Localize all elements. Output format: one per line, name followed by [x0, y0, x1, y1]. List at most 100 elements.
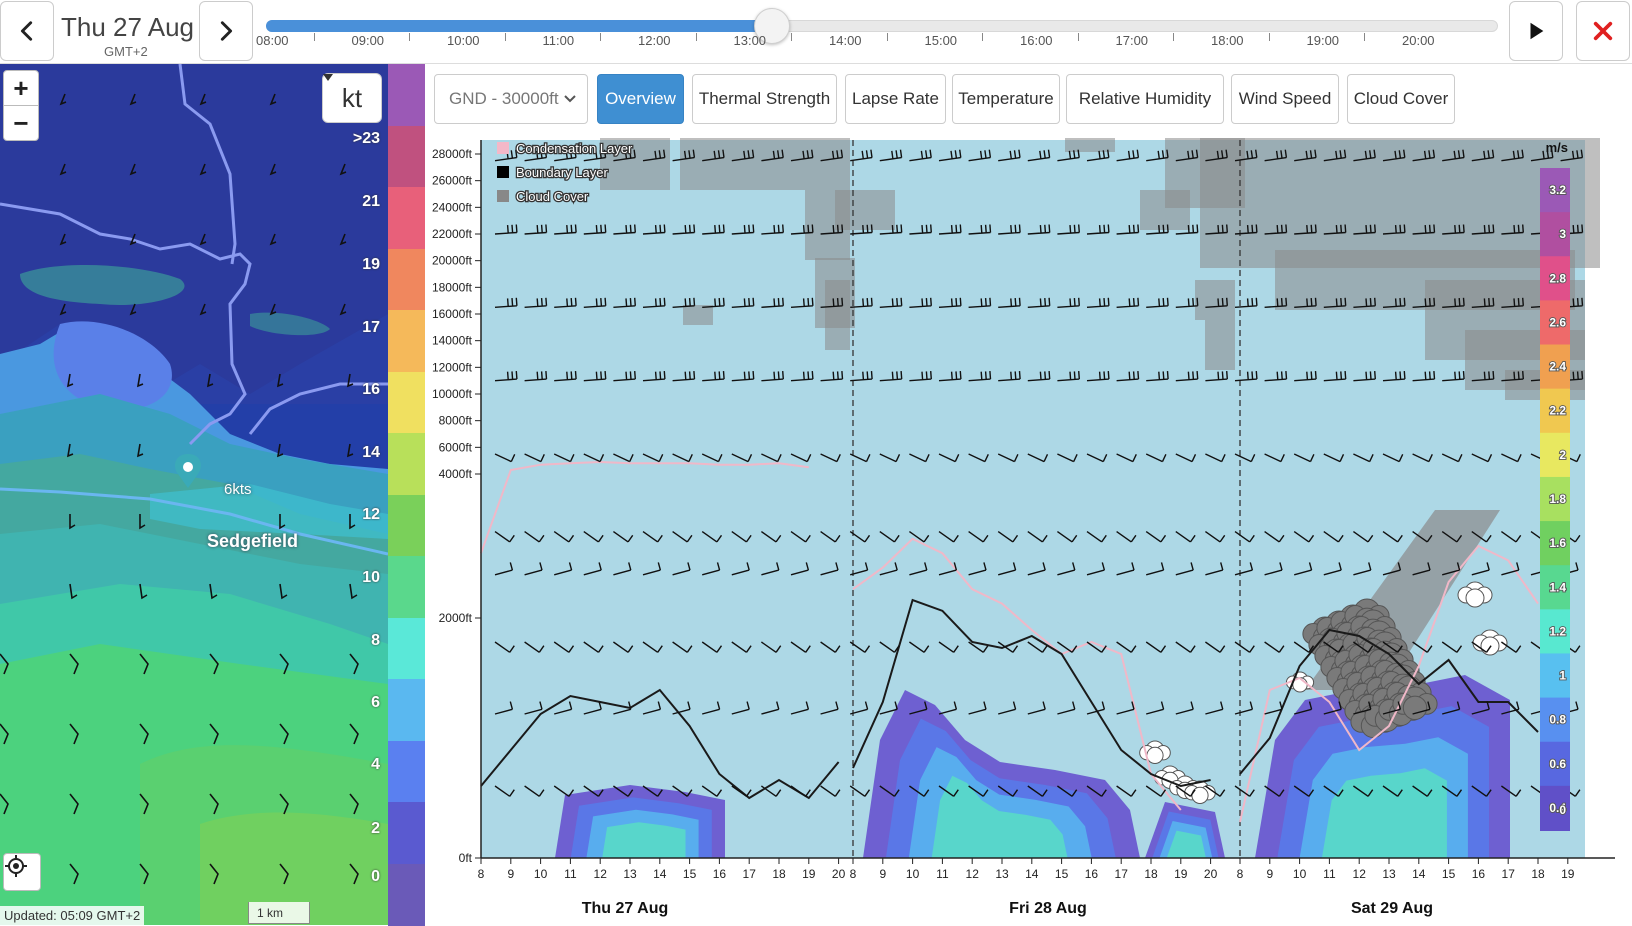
x-axis-tick-label: 18 [1144, 867, 1158, 881]
crosshair-icon [4, 854, 28, 878]
timeline-minor-tick [1269, 33, 1270, 41]
timeline-tick-label: 12:00 [638, 33, 671, 48]
x-axis-tick-label: 16 [1085, 867, 1099, 881]
legend-color-swatch [388, 495, 425, 558]
timeline-minor-tick [409, 33, 410, 41]
wind-map[interactable]: + − kt 6kts Sedgefield 1 km Updated: 05:… [0, 64, 388, 925]
y-axis-tick-label: 14000ft [432, 334, 473, 348]
altitude-select-value: GND - 30000ft [449, 89, 559, 109]
x-axis-tick-label: 11 [564, 867, 577, 881]
close-button[interactable] [1576, 1, 1630, 61]
unit-select[interactable]: kt [322, 73, 382, 123]
y-axis-tick-label: 2000ft [439, 611, 473, 625]
legend-label: 19 [344, 256, 380, 274]
x-axis-tick-label: 11 [1323, 867, 1336, 881]
timeline-tick-label: 08:00 [256, 33, 289, 48]
legend-label: 14 [344, 444, 380, 462]
timeline-tick-label: 20:00 [1402, 33, 1435, 48]
unit-label: kt [342, 83, 362, 114]
cloud-puff [1403, 696, 1426, 719]
colorscale-label: 2.2 [1549, 404, 1566, 418]
x-axis-tick-label: 10 [1293, 867, 1307, 881]
x-axis-tick-label: 18 [1531, 867, 1545, 881]
timeline-minor-tick [1364, 33, 1365, 41]
forecast-chart[interactable]: 28000ft26000ft24000ft22000ft20000ft18000… [425, 130, 1632, 925]
x-axis-tick-label: 14 [653, 867, 667, 881]
y-axis-tick-label: 6000ft [439, 440, 473, 454]
top-bar: Thu 27 Aug GMT+2 08:0009:0010:0011:0012:… [0, 0, 1632, 64]
tab-wind-speed[interactable]: Wind Speed [1231, 74, 1339, 124]
prev-day-button[interactable] [0, 1, 54, 61]
locate-button[interactable] [3, 853, 41, 891]
tab-relative-humidity[interactable]: Relative Humidity [1066, 74, 1224, 124]
cloud-puff [1147, 747, 1163, 763]
colorscale-label: 1 [1559, 669, 1566, 683]
town-label: Sedgefield [207, 531, 298, 552]
cloud-puff [1481, 637, 1499, 655]
cloud-cover-block [1205, 320, 1235, 370]
x-axis-tick-label: 15 [1442, 867, 1456, 881]
wind-speed-legend: >232119171614121086420 [388, 64, 425, 925]
y-axis-tick-label: 0ft [459, 851, 473, 865]
legend-swatch [497, 190, 509, 202]
wind-speed-readout: 6kts [224, 481, 252, 498]
x-axis-tick-label: 19 [1561, 867, 1575, 881]
x-axis-tick-label: 17 [1115, 867, 1129, 881]
timeline-tick-label: 17:00 [1116, 33, 1149, 48]
x-axis-tick-label: 17 [743, 867, 757, 881]
colorscale-label: 0.6 [1549, 757, 1566, 771]
tab-overview[interactable]: Overview [597, 74, 684, 124]
tab-temperature[interactable]: Temperature [952, 74, 1060, 124]
y-axis-tick-label: 4000ft [439, 467, 473, 481]
x-axis-tick-label: 13 [623, 867, 637, 881]
play-button[interactable] [1509, 1, 1563, 61]
colorscale-label: 1.2 [1549, 624, 1566, 638]
tab-cloud-cover[interactable]: Cloud Cover [1347, 74, 1455, 124]
legend-color-swatch [388, 864, 425, 926]
y-axis-tick-label: 24000ft [432, 200, 473, 214]
caret-down-icon [323, 74, 333, 82]
x-axis-tick-label: 8 [850, 867, 857, 881]
y-axis-tick-label: 16000ft [432, 307, 473, 321]
timeline-minor-tick [791, 33, 792, 41]
cloud-cover-block [835, 190, 895, 230]
legend-color-swatch [388, 372, 425, 435]
legend-color-swatch [388, 433, 425, 496]
colorscale-label: 0 [1559, 803, 1566, 817]
colorscale-label: 3 [1559, 227, 1566, 241]
x-axis-tick-label: 9 [507, 867, 514, 881]
x-axis-tick-label: 20 [832, 867, 846, 881]
legend-swatch [497, 142, 509, 154]
tab-thermal-strength[interactable]: Thermal Strength [692, 74, 837, 124]
timezone-label: GMT+2 [104, 44, 148, 59]
y-axis-tick-label: 22000ft [432, 227, 473, 241]
current-date: Thu 27 Aug [61, 12, 194, 43]
timeline-tick-label: 10:00 [447, 33, 480, 48]
time-slider[interactable]: 08:0009:0010:0011:0012:0013:0014:0015:00… [266, 16, 1498, 64]
zoom-in-button[interactable]: + [3, 70, 39, 106]
x-axis-tick-label: 15 [683, 867, 697, 881]
legend-color-swatch [388, 802, 425, 865]
legend-label: >23 [344, 130, 380, 148]
timeline-minor-tick [1078, 33, 1079, 41]
timeline-tick-label: 18:00 [1211, 33, 1244, 48]
legend-label: 8 [344, 632, 380, 650]
x-axis-tick-label: 13 [1382, 867, 1396, 881]
next-day-button[interactable] [199, 1, 253, 61]
tab-lapse-rate[interactable]: Lapse Rate [845, 74, 946, 124]
chevron-right-icon [215, 20, 237, 42]
map-canvas[interactable] [0, 64, 388, 925]
x-axis-tick-label: 16 [1472, 867, 1486, 881]
colorscale-label: 2 [1559, 448, 1566, 462]
x-axis-tick-label: 12 [594, 867, 608, 881]
chevron-left-icon [16, 20, 38, 42]
colorscale-label: 1.8 [1549, 492, 1566, 506]
zoom-out-button[interactable]: − [3, 105, 39, 141]
legend-label: 4 [344, 756, 380, 774]
x-axis-tick-label: 13 [995, 867, 1009, 881]
play-icon [1525, 20, 1547, 42]
map-scale: 1 km [248, 902, 310, 924]
colorscale-label: 1.6 [1549, 536, 1566, 550]
altitude-select[interactable]: GND - 30000ft [434, 74, 588, 124]
legend-label: 21 [344, 193, 380, 211]
